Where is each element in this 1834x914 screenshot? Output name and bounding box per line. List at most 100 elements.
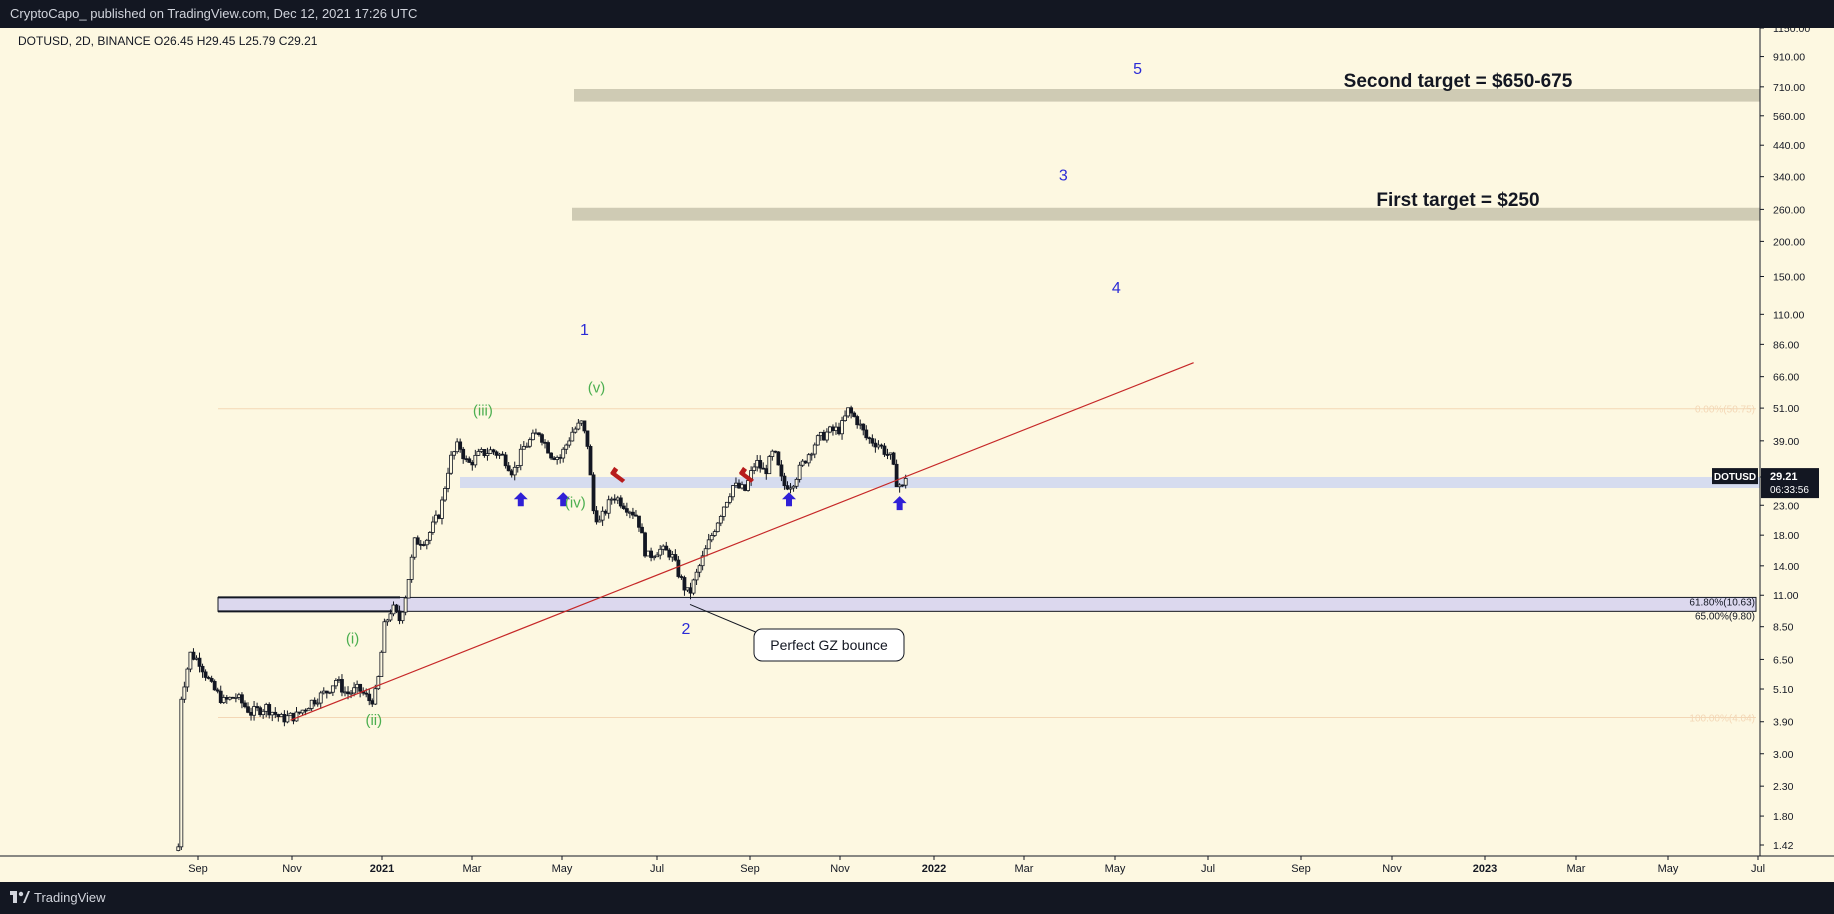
candle-body [627,511,632,514]
candle-body [803,460,808,464]
candle-body [470,461,475,466]
candle-body [752,466,757,471]
candle-body [697,565,702,573]
candle-body [897,484,902,488]
chart-area[interactable]: 0.00%(50.75) 100.00%(4.04) Second target =… [0,23,1834,882]
chart-background [0,28,1834,882]
candle-body [758,460,763,469]
candle-body [824,431,829,441]
time-tick-label: Jul [650,863,664,875]
candle-body [224,697,229,700]
candle-body [900,484,905,487]
candle-body [446,472,450,489]
candle-body [424,539,429,546]
candle-body [218,690,223,703]
candle-body [382,621,387,653]
candle-body [512,466,517,476]
candle-body [300,709,305,714]
price-tick-label: 51.00 [1773,403,1799,415]
price-tick-label: 440.00 [1773,140,1805,152]
candle-body [485,453,490,456]
candle-body [215,689,220,692]
candle-body [233,696,238,699]
candle-body [309,699,314,709]
candle-body [770,450,775,457]
candle-body [440,499,444,519]
candle-body [243,702,247,708]
candle-body [349,692,353,695]
candle-body [521,446,526,450]
candle-body [400,611,405,622]
candle-body [297,711,302,714]
candle-body [370,700,375,705]
candle-body [728,496,732,503]
time-tick-label: May [1105,863,1126,875]
candle-body [427,532,432,541]
candle-body [409,556,414,580]
candle-body [197,657,202,667]
candle-body [667,549,672,558]
candle-body [903,478,908,486]
price-tick-label: 18.00 [1773,530,1799,542]
candle-body [597,519,602,523]
price-tick-label: 710.00 [1773,82,1805,94]
candle-body [270,711,275,716]
candle-body [246,706,250,713]
candle-body [252,706,256,716]
price-tick-label: 260.00 [1773,204,1805,216]
candle-body [340,679,344,693]
candle-body [867,437,872,440]
candle-body [831,426,835,432]
candle-body [849,407,854,414]
candle-body [330,685,335,693]
candle-body [352,687,356,694]
candle-body [718,516,723,524]
countdown-tag: 06:33:56 [1770,485,1809,496]
candle-body [891,452,896,465]
price-tick-label: 1.80 [1773,811,1794,823]
candle-body [288,712,293,717]
wave-label-minor: (iv) [565,494,586,511]
target-zone-label: Second target = $650-675 [1344,71,1573,92]
candle-body [230,696,235,699]
price-chart[interactable]: 0.00%(50.75) 100.00%(4.04) Second target =… [0,23,1834,882]
candle-body [327,691,332,694]
price-tick-label: 3.90 [1773,717,1794,729]
candle-body [540,434,544,443]
candle-body [706,539,711,550]
candle-body [443,488,447,501]
candle-body [864,429,869,439]
candle-body [555,456,560,460]
wave-label-minor: (ii) [365,712,382,729]
candle-body [543,441,547,444]
candle-body [279,713,284,718]
candle-body [482,449,487,456]
wave-label-primary: 2 [682,621,691,638]
candle-body [821,431,826,441]
candle-body [467,458,472,463]
price-tick-label: 8.50 [1773,622,1794,634]
candle-body [455,441,460,453]
candle-body [621,505,626,509]
candle-body [797,464,802,480]
candle-body [346,691,350,695]
candle-body [818,431,823,437]
candle-body [406,579,411,599]
candle-body [837,426,841,435]
candle-body [870,438,875,444]
candle-body [876,444,881,448]
candle-body [573,428,578,433]
candle-body [249,711,253,716]
candle-body [415,537,420,545]
candle-body [794,478,799,487]
candle-body [776,451,781,466]
candle-body [367,693,372,702]
candle-body [879,444,884,447]
callout-text: Perfect GZ bounce [770,637,888,653]
golden-zone-label-top: 61.80%(10.63) [1689,597,1755,608]
candle-body [888,452,893,455]
price-tick-label: 1.42 [1773,840,1794,852]
candle-body [324,690,329,694]
candle-body [855,416,860,426]
candle-body [503,454,508,467]
